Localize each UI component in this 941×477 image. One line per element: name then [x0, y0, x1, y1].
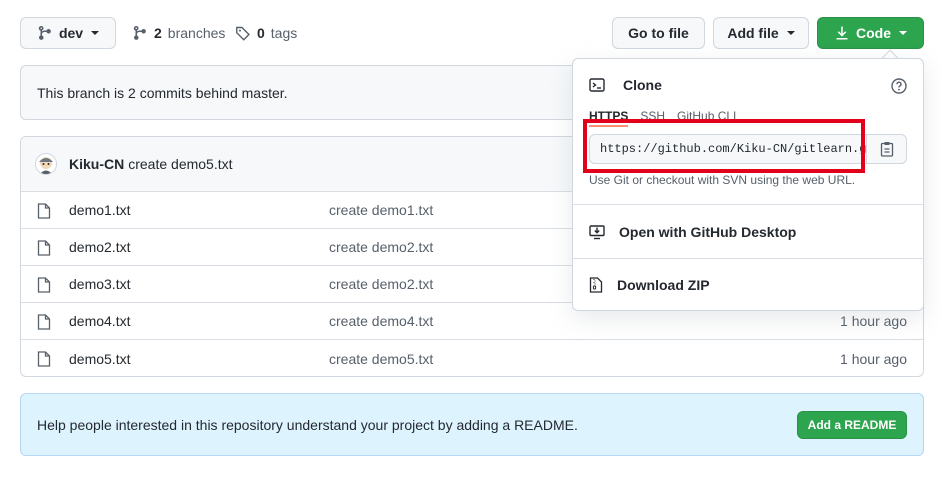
file-icon	[37, 351, 51, 367]
go-to-file-button[interactable]: Go to file	[612, 17, 705, 49]
branches-label: branches	[167, 25, 226, 41]
readme-prompt: Help people interested in this repositor…	[20, 393, 924, 456]
git-branch-icon	[133, 26, 146, 40]
file-age: 1 hour ago	[840, 350, 907, 367]
question-icon[interactable]	[891, 78, 907, 94]
file-name[interactable]: demo2.txt	[69, 239, 130, 255]
file-name[interactable]: demo4.txt	[69, 313, 130, 329]
file-zip-icon	[589, 277, 603, 293]
file-icon	[37, 314, 51, 330]
code-button-label: Code	[856, 25, 891, 41]
download-icon	[836, 26, 848, 40]
file-icon	[37, 203, 51, 219]
file-icon	[37, 277, 51, 293]
clone-popover: Clone HTTPS SSH GitHub CLI https://githu…	[572, 58, 924, 311]
copy-url-button[interactable]	[867, 134, 907, 164]
download-zip-label: Download ZIP	[617, 277, 710, 293]
file-commit-message[interactable]: create demo2.txt	[329, 276, 433, 292]
tags-count: 0	[257, 25, 265, 41]
readme-prompt-text: Help people interested in this repositor…	[37, 416, 578, 433]
branches-count: 2	[154, 25, 162, 41]
file-name[interactable]: demo5.txt	[69, 351, 130, 367]
git-branch-icon	[38, 26, 51, 40]
file-commit-message[interactable]: create demo1.txt	[329, 202, 433, 218]
file-name[interactable]: demo1.txt	[69, 202, 130, 218]
avatar[interactable]	[35, 153, 57, 175]
add-file-button[interactable]: Add file	[713, 17, 809, 49]
file-age: 1 hour ago	[840, 313, 907, 329]
tags-link[interactable]: 0 tags	[235, 17, 297, 49]
open-desktop-label: Open with GitHub Desktop	[619, 224, 797, 240]
file-commit-message[interactable]: create demo4.txt	[329, 313, 433, 329]
clone-hint: Use Git or checkout with SVN using the w…	[589, 173, 856, 187]
clone-title: Clone	[623, 77, 662, 93]
clipboard-icon	[880, 142, 893, 157]
file-icon	[37, 240, 51, 256]
branch-select-button[interactable]: dev	[20, 17, 116, 49]
tag-icon	[236, 26, 250, 41]
file-name[interactable]: demo3.txt	[69, 276, 130, 292]
commit-message[interactable]: create demo5.txt	[128, 156, 232, 172]
terminal-icon	[589, 78, 605, 92]
user-avatar-icon	[39, 157, 53, 174]
divider	[573, 258, 923, 259]
commit-author[interactable]: Kiku-CN	[69, 156, 124, 172]
table-row[interactable]: demo5.txt create demo5.txt 1 hour ago	[21, 340, 923, 376]
branch-name: dev	[58, 25, 84, 41]
download-zip-button[interactable]: Download ZIP	[589, 277, 710, 293]
file-commit-message[interactable]: create demo2.txt	[329, 239, 433, 255]
code-button[interactable]: Code	[817, 17, 924, 49]
annotation-highlight-box	[583, 119, 865, 173]
branch-behind-text: This branch is 2 commits behind master.	[37, 84, 288, 101]
divider	[573, 204, 923, 205]
chevron-down-icon	[899, 31, 907, 35]
tags-label: tags	[270, 25, 298, 41]
chevron-down-icon	[91, 31, 100, 35]
chevron-down-icon	[786, 31, 795, 35]
add-readme-button[interactable]: Add a README	[797, 411, 907, 439]
file-commit-message[interactable]: create demo5.txt	[329, 351, 433, 367]
add-file-label: Add file	[727, 25, 779, 41]
open-desktop-button[interactable]: Open with GitHub Desktop	[589, 224, 796, 240]
desktop-download-icon	[589, 225, 605, 240]
clone-header: Clone	[589, 77, 662, 93]
branches-link[interactable]: 2 branches	[132, 17, 225, 49]
